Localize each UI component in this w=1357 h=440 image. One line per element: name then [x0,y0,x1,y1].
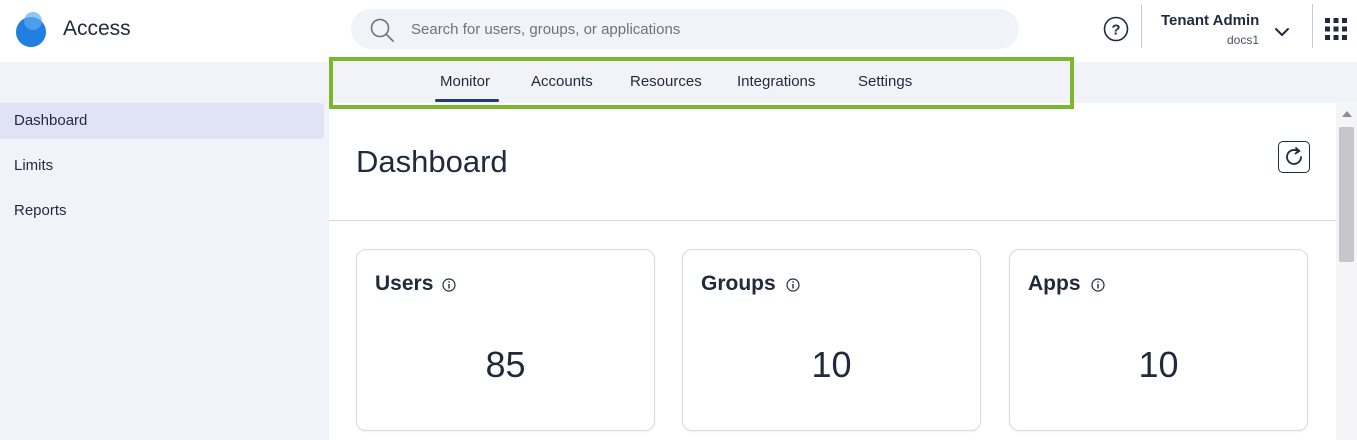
sidebar-item-dashboard[interactable]: Dashboard [0,103,324,139]
groups-card: Groups 10 [682,249,981,431]
vertical-scrollbar[interactable] [1336,103,1357,440]
refresh-icon [1286,147,1302,165]
card-title: Apps [1028,272,1081,295]
search-bar[interactable] [351,9,1019,49]
page-title: Dashboard [356,144,508,179]
top-header: Access ? Tenant Admin docs1 [0,0,1357,62]
sidebar: Dashboard Limits Reports [0,62,329,440]
info-icon[interactable] [442,278,456,292]
search-input[interactable] [411,9,1001,49]
scroll-thumb[interactable] [1339,127,1354,262]
info-icon[interactable] [1091,278,1105,292]
sidebar-item-limits[interactable]: Limits [0,148,324,184]
card-value: 85 [485,344,526,385]
search-icon [370,18,394,42]
access-logo-icon[interactable] [14,10,48,48]
app-launcher-icon[interactable] [1324,17,1348,41]
title-divider [329,220,1336,221]
header-divider [1141,4,1142,48]
app-title: Access [63,17,131,40]
sidebar-item-reports[interactable]: Reports [0,193,324,229]
user-name[interactable]: Tenant Admin [1161,12,1259,29]
info-icon[interactable] [786,278,800,292]
users-card: Users 85 [356,249,655,431]
scroll-up-arrow-icon[interactable] [1342,111,1352,117]
card-value: 10 [1138,344,1179,385]
svg-text:?: ? [1111,22,1120,39]
apps-card: Apps 10 [1009,249,1308,431]
header-divider [1312,4,1313,48]
chevron-down-icon[interactable] [1274,24,1290,40]
card-title: Users [375,272,434,295]
card-value: 10 [811,344,852,385]
refresh-button[interactable] [1278,141,1310,173]
help-icon[interactable]: ? [1103,16,1129,42]
card-title: Groups [701,272,776,295]
user-tenant: docs1 [1226,33,1259,47]
nav-highlight-box [329,57,1074,109]
